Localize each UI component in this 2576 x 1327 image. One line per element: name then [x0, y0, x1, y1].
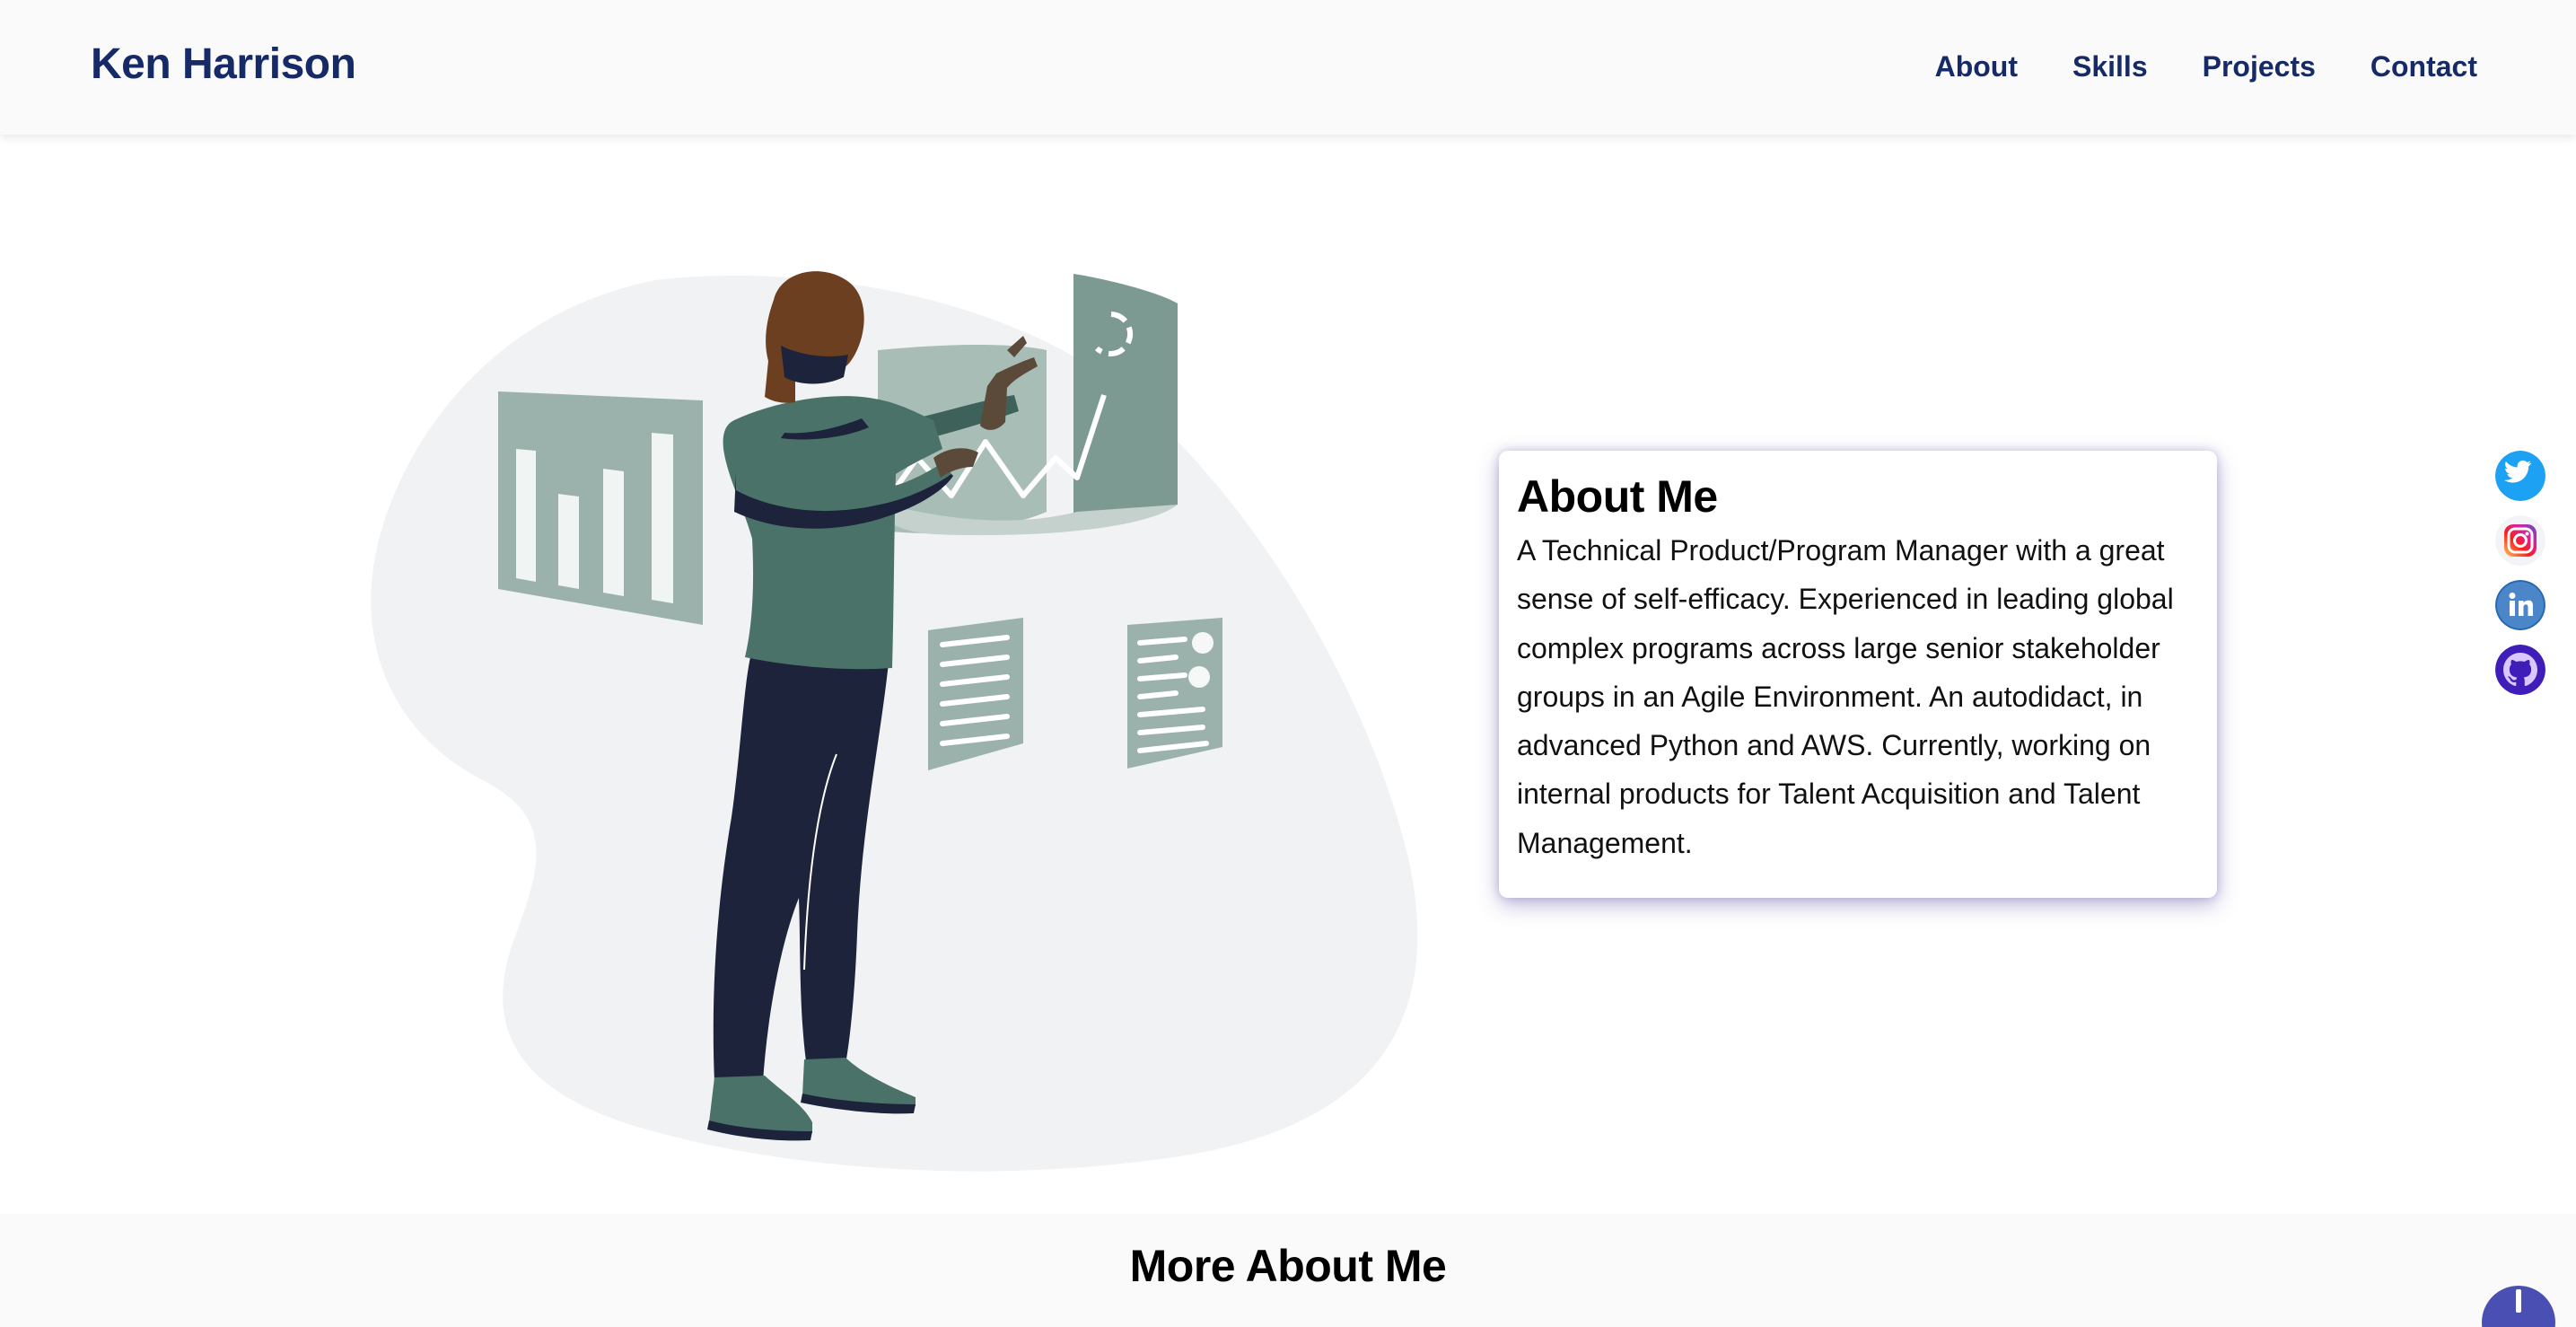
nav-skills-link[interactable]: Skills	[2072, 50, 2148, 83]
nav-projects-link[interactable]: Projects	[2203, 50, 2316, 83]
instagram-icon	[2495, 515, 2545, 566]
main-nav: About Skills Projects Contact	[1935, 50, 2477, 83]
nav-about-link[interactable]: About	[1935, 50, 2018, 83]
document-panel-left	[928, 618, 1023, 770]
document-panel-right	[1127, 618, 1222, 769]
more-about-title: More About Me	[1129, 1241, 1447, 1291]
linkedin-link[interactable]	[2495, 580, 2545, 630]
more-about-section: More About Me	[0, 1214, 2576, 1327]
about-card: About Me A Technical Product/Program Man…	[1499, 451, 2217, 898]
nav-contact-link[interactable]: Contact	[2370, 50, 2477, 83]
github-icon	[2495, 645, 2545, 695]
arrow-up-icon	[2516, 1289, 2521, 1313]
about-title: About Me	[1517, 471, 1718, 522]
bar-chart-panel	[498, 391, 703, 625]
brand-logo[interactable]: Ken Harrison	[91, 40, 356, 89]
github-link[interactable]	[2495, 645, 2545, 695]
twitter-icon	[2495, 451, 2545, 501]
site-header: Ken Harrison About Skills Projects Conta…	[0, 0, 2576, 135]
linkedin-icon	[2495, 580, 2545, 630]
about-description: A Technical Product/Program Manager with…	[1517, 534, 2174, 859]
twitter-link[interactable]	[2495, 451, 2545, 501]
instagram-link[interactable]	[2495, 515, 2545, 566]
hero-illustration	[371, 271, 1418, 1172]
